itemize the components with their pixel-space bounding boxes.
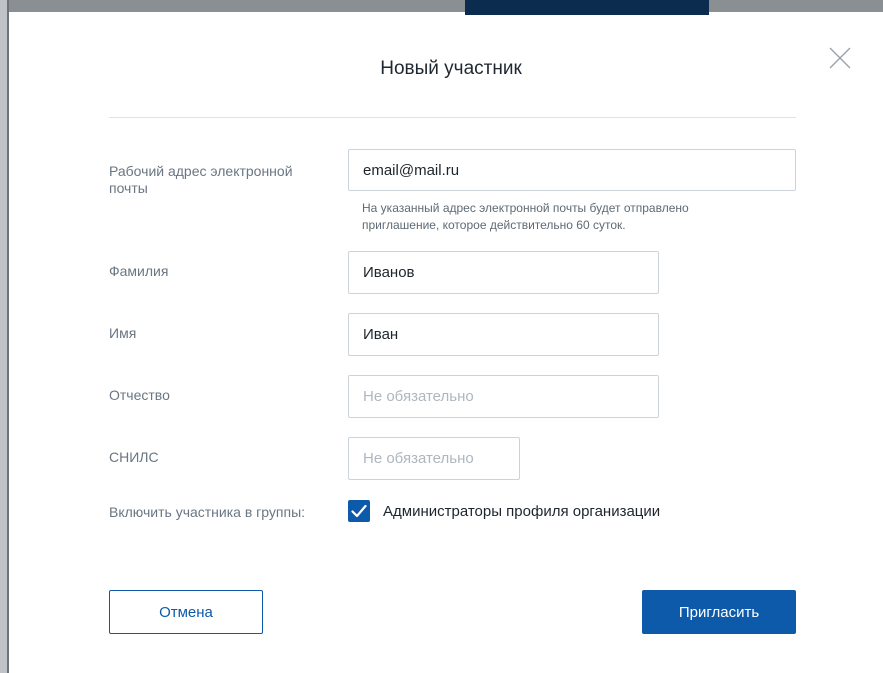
backdrop-top-bar-right: [709, 0, 883, 12]
patronymic-field[interactable]: [348, 375, 659, 418]
patronymic-label: Отчество: [109, 387, 170, 403]
email-hint: На указанный адрес электронной почты буд…: [362, 201, 689, 232]
backdrop-header-accent: [465, 0, 709, 15]
dialog-window: Новый участник Рабочий адрес электронной…: [0, 0, 883, 673]
backdrop-left-edge-line: [7, 0, 9, 673]
admin-group-label[interactable]: Администраторы профиля организации: [383, 503, 660, 520]
surname-field[interactable]: [348, 251, 659, 294]
dialog-title: Новый участник: [380, 58, 522, 79]
name-field[interactable]: [348, 313, 659, 356]
email-label: Рабочий адрес электронной почты: [109, 163, 293, 196]
groups-label: Включить участника в группы:: [109, 504, 306, 520]
snils-field[interactable]: [348, 437, 520, 480]
invite-button[interactable]: Пригласить: [642, 590, 796, 634]
surname-label: Фамилия: [109, 263, 169, 279]
cancel-button[interactable]: Отмена: [109, 590, 263, 634]
email-field[interactable]: [348, 149, 796, 191]
name-label: Имя: [109, 325, 137, 341]
checkmark-icon: [351, 504, 367, 518]
snils-label: СНИЛС: [109, 449, 159, 465]
admin-group-checkbox[interactable]: [348, 500, 370, 522]
title-divider: [109, 117, 796, 118]
